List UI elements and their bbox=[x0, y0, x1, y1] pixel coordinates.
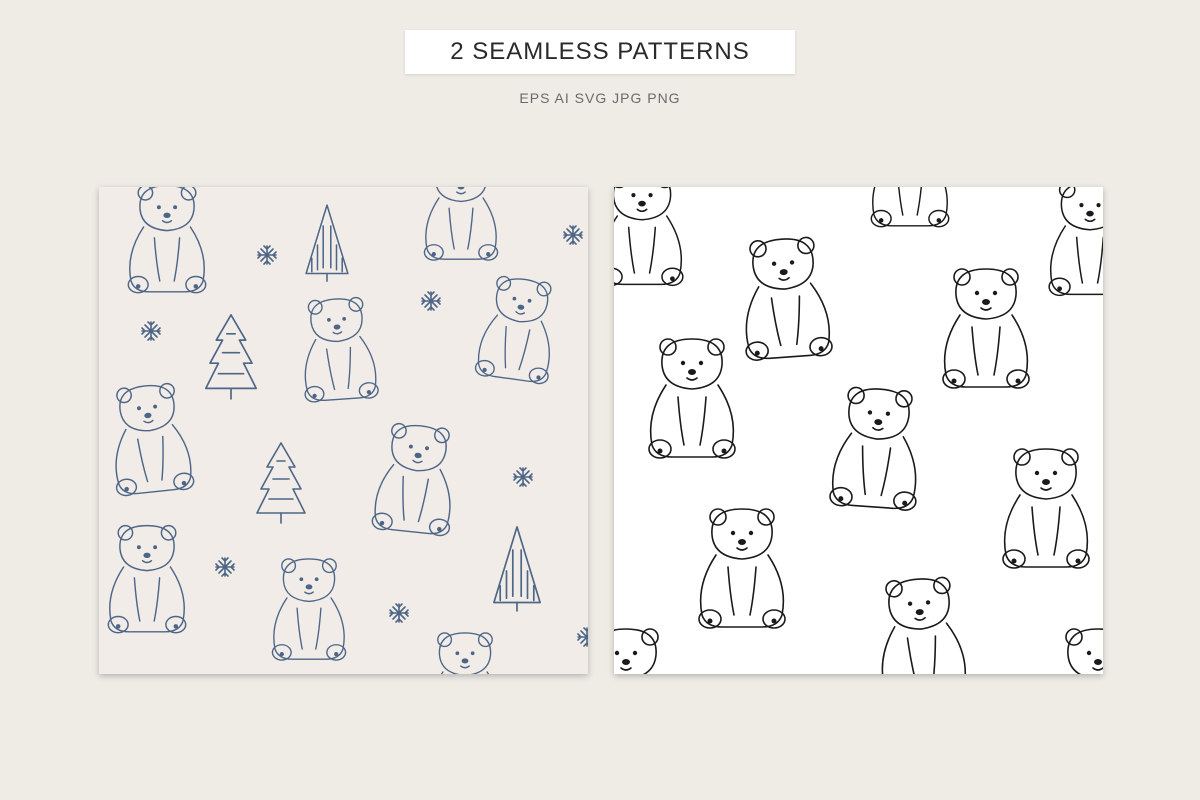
pattern-preview-blue bbox=[99, 187, 588, 674]
page-title: 2 SEAMLESS PATTERNS bbox=[450, 38, 750, 65]
pattern-preview-black bbox=[614, 187, 1103, 674]
title-banner: 2 SEAMLESS PATTERNS bbox=[405, 30, 795, 74]
black-bear-pattern-art bbox=[614, 187, 1103, 674]
blue-bear-pattern-art bbox=[105, 187, 588, 674]
file-formats-label: EPS AI SVG JPG PNG bbox=[519, 90, 681, 106]
